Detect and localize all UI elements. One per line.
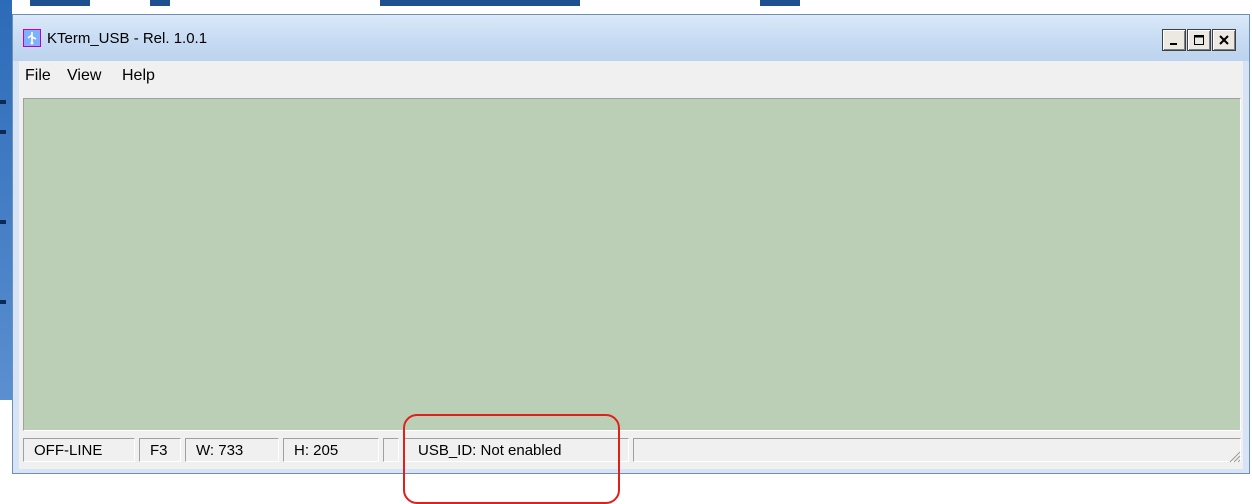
status-mode: OFF-LINE — [23, 438, 135, 462]
status-width: W: 733 — [185, 438, 279, 462]
menu-help[interactable]: Help — [122, 67, 155, 85]
app-window: KTerm_USB - Rel. 1.0.1 File View Help OF… — [12, 14, 1250, 474]
close-icon — [1219, 35, 1229, 45]
status-spacer — [383, 438, 399, 462]
status-height: H: 205 — [283, 438, 379, 462]
maximize-icon — [1194, 35, 1204, 45]
title-bar[interactable]: KTerm_USB - Rel. 1.0.1 — [13, 15, 1249, 61]
desktop-background — [0, 0, 1252, 14]
close-button[interactable] — [1212, 29, 1236, 51]
status-font: F3 — [139, 438, 181, 462]
client-area: File View Help OFF-LINE F3 W: 733 H: 205… — [19, 61, 1243, 469]
minimize-button[interactable] — [1162, 29, 1186, 51]
minimize-icon — [1170, 43, 1177, 45]
resize-grip-icon[interactable] — [1227, 449, 1241, 463]
menu-view[interactable]: View — [67, 67, 101, 85]
maximize-button[interactable] — [1187, 29, 1211, 51]
terminal-display[interactable] — [23, 98, 1241, 431]
menu-bar: File View Help — [19, 61, 1243, 93]
status-extra — [633, 438, 1241, 462]
usb-app-icon[interactable] — [23, 29, 41, 47]
status-bar: OFF-LINE F3 W: 733 H: 205 USB_ID: Not en… — [19, 435, 1243, 465]
annotation-highlight — [403, 414, 620, 504]
window-title: KTerm_USB - Rel. 1.0.1 — [47, 30, 208, 47]
desktop-edge — [0, 0, 12, 400]
menu-file[interactable]: File — [25, 67, 51, 85]
